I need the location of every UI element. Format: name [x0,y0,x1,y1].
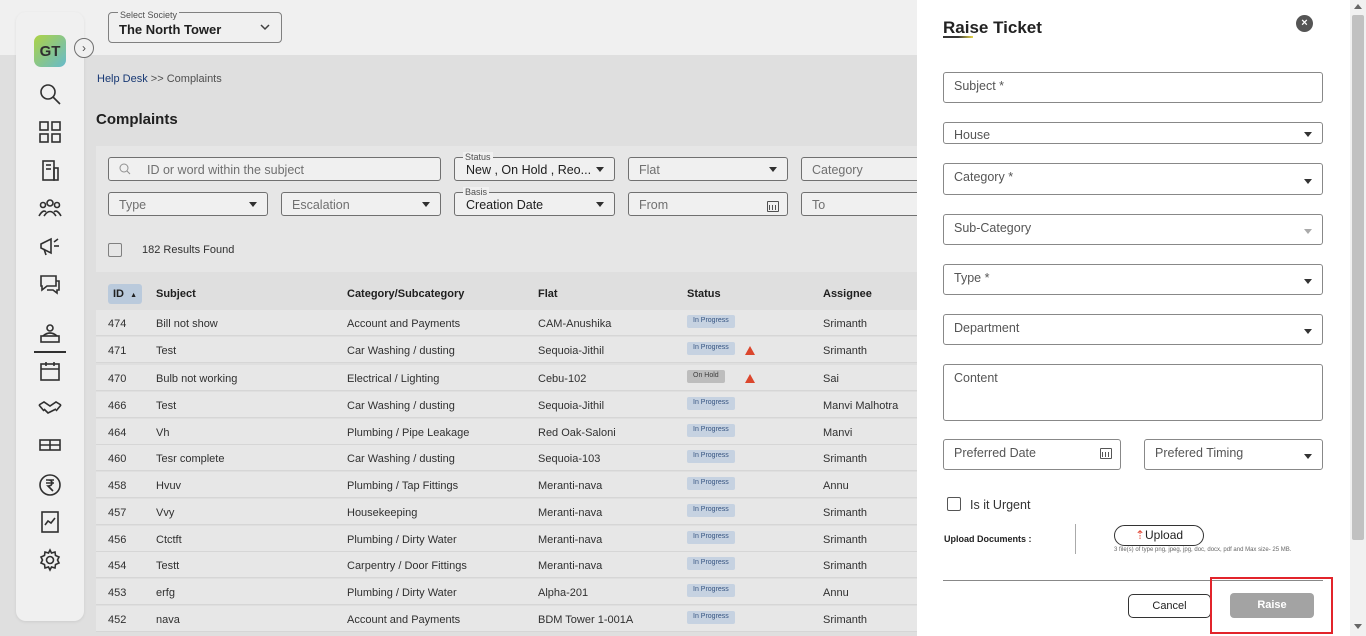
modal-backdrop[interactable] [0,0,917,636]
preferred-date-label: Preferred Date [954,446,1036,460]
upload-note: 3 file(s) of type png, jpeg, jpg, doc, d… [1114,547,1292,553]
subject-label: Subject * [954,79,1005,93]
subcategory-label: Sub-Category [954,221,1032,235]
upload-icon: ⇡ [1134,528,1146,542]
house-label: House [954,128,991,142]
caret-down-icon [1304,229,1312,234]
scroll-thumb[interactable] [1352,15,1364,540]
title-underline [943,36,973,38]
preferred-timing-select[interactable]: Prefered Timing [1144,439,1323,470]
caret-down-icon [1304,329,1312,334]
raise-ticket-drawer: Raise Ticket × Subject * House Category … [917,0,1350,636]
caret-down-icon [1304,132,1312,137]
type-select[interactable]: Type * [943,264,1323,295]
urgent-label: Is it Urgent [970,498,1031,512]
scrollbar[interactable] [1350,0,1366,636]
subject-field[interactable]: Subject * [943,72,1323,103]
cancel-button[interactable]: Cancel [1128,594,1211,618]
caret-down-icon [1304,279,1312,284]
caret-down-icon [1304,454,1312,459]
urgent-checkbox[interactable] [947,497,961,511]
upload-button-label: Upload [1145,528,1184,542]
close-icon[interactable]: × [1296,15,1313,32]
upload-divider [1075,524,1076,554]
calendar-icon [1100,448,1112,459]
department-select[interactable]: Department [943,314,1323,345]
department-label: Department [954,321,1020,335]
category-select[interactable]: Category * [943,163,1323,195]
raise-button-highlight [1210,577,1333,634]
content-label: Content [954,371,998,385]
type-label: Type * [954,271,990,285]
scroll-up-icon[interactable] [1354,4,1362,9]
upload-button[interactable]: ⇡Upload [1114,525,1204,546]
preferred-date-input[interactable]: Preferred Date [943,439,1121,470]
preferred-timing-label: Prefered Timing [1155,446,1244,460]
scroll-down-icon[interactable] [1354,624,1362,629]
house-select[interactable]: House [943,122,1323,144]
upload-documents-label: Upload Documents : [944,534,1032,544]
drawer-title: Raise Ticket [943,18,1042,37]
category-label: Category * [954,170,1014,184]
subcategory-select[interactable]: Sub-Category [943,214,1323,245]
content-textarea[interactable]: Content [943,364,1323,421]
caret-down-icon [1304,179,1312,184]
